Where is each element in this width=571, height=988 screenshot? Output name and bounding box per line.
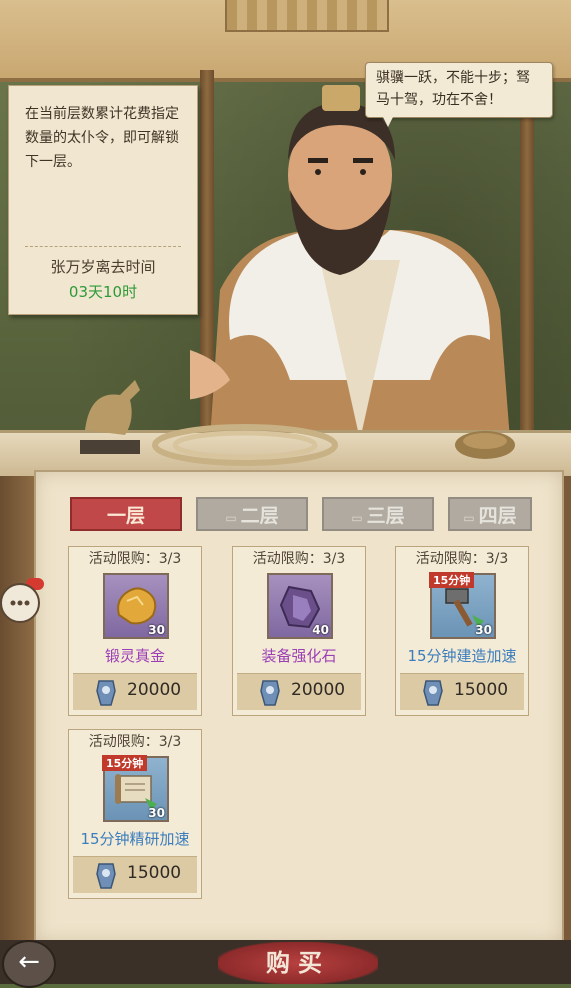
item-quantity: 30 [148, 623, 165, 637]
back-arrow-icon: ← [18, 947, 40, 977]
taipu-token-icon [423, 680, 443, 706]
item-name: 15分钟建造加速 [407, 647, 517, 665]
tab-label: 一层 [106, 505, 145, 527]
merchant-portrait [190, 85, 510, 440]
taipu-token-icon [260, 680, 280, 706]
item-price: 20000 [291, 680, 346, 700]
bowl-icon [455, 431, 515, 459]
purchase-limit: 活动限购：3/3 [252, 551, 346, 567]
timer-label: 张万岁离去时间 [50, 258, 156, 276]
lock-icon: ▭ [225, 511, 237, 525]
chat-icon [10, 600, 30, 606]
shop-item-card[interactable]: 活动限购：3/3 15分钟 30 15分钟建造加速 15000 [395, 546, 529, 716]
item-icon-frame: 15分钟 30 [429, 572, 496, 639]
item-name: 15分钟精研加速 [80, 830, 190, 848]
price-bar: 15000 [73, 856, 197, 893]
tab-floor-4[interactable]: ▭ 四层 [448, 497, 532, 531]
speech-bubble-tail [382, 115, 394, 127]
item-quantity: 30 [475, 623, 492, 637]
timer-value: 03天10时 [68, 283, 138, 301]
panel-frame-left [0, 476, 34, 946]
lock-icon: ▭ [463, 511, 475, 525]
tab-floor-1[interactable]: 一层 [70, 497, 182, 531]
item-quantity: 40 [312, 623, 329, 637]
duration-ribbon: 15分钟 [102, 755, 148, 771]
item-name: 装备强化石 [261, 647, 337, 665]
tab-label: 二层 [240, 505, 279, 527]
tab-label: 三层 [366, 505, 405, 527]
horse-statue-icon [80, 380, 140, 454]
item-quantity: 30 [148, 806, 165, 820]
shop-item-card[interactable]: 活动限购：3/3 30 锻灵真金 20000 [68, 546, 202, 716]
taipu-token-icon [96, 863, 116, 889]
price-bar: 20000 [73, 673, 197, 710]
item-icon-frame: 30 [103, 573, 169, 639]
tab-floor-3[interactable]: ▭ 三层 [322, 497, 434, 531]
purchase-limit: 活动限购：3/3 [88, 734, 182, 750]
chat-button[interactable] [0, 583, 40, 623]
item-price: 15000 [454, 680, 509, 700]
speech-bubble: 骐骥一跃，不能十步；驽马十驾，功在不舍！ [365, 62, 553, 118]
buy-button[interactable]: 购买 [218, 942, 378, 984]
item-icon-frame: 40 [267, 573, 333, 639]
duration-ribbon: 15分钟 [429, 572, 475, 588]
purchase-limit: 活动限购：3/3 [415, 551, 509, 567]
rope-coil-icon [152, 424, 338, 466]
tab-floor-2[interactable]: ▭ 二层 [196, 497, 308, 531]
item-price: 20000 [127, 680, 182, 700]
divider [25, 246, 181, 247]
price-bar: 20000 [237, 673, 361, 710]
shop-item-card[interactable]: 活动限购：3/3 40 装备强化石 20000 [232, 546, 366, 716]
shop-item-card[interactable]: 活动限购：3/3 15分钟 30 15分钟精研加速 15000 [68, 729, 202, 899]
awning-pattern [225, 0, 389, 32]
tab-label: 四层 [478, 505, 517, 527]
taipu-token-icon [96, 680, 116, 706]
info-note: 在当前层数累计花费指定数量的太仆令，即可解锁下一层。 张万岁离去时间 03天10… [8, 85, 198, 315]
purchase-limit: 活动限购：3/3 [88, 551, 182, 567]
item-name: 锻灵真金 [104, 647, 165, 665]
lock-icon: ▭ [351, 511, 363, 525]
price-bar: 15000 [400, 673, 524, 710]
item-icon-frame: 15分钟 30 [102, 755, 169, 822]
unlock-description: 在当前层数累计花费指定数量的太仆令，即可解锁下一层。 [25, 106, 179, 170]
back-button[interactable]: ← [2, 940, 56, 988]
item-price: 15000 [127, 863, 182, 883]
